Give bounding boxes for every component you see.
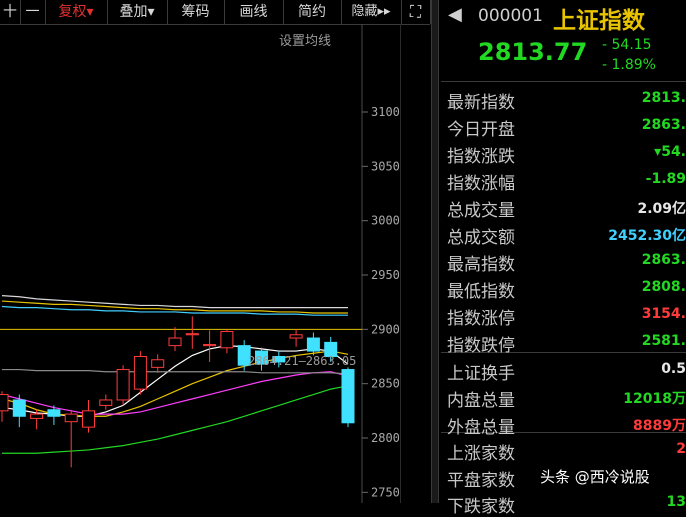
crosshair-button[interactable]: 十 xyxy=(0,0,21,24)
candle-body xyxy=(30,413,44,419)
candle-body xyxy=(12,399,26,417)
candle-body xyxy=(151,359,165,368)
prev-arrow-icon[interactable]: ◀ xyxy=(448,4,462,25)
candle-body xyxy=(82,410,95,428)
quote-row-value: 3154. xyxy=(641,306,686,322)
candle-body xyxy=(133,356,147,390)
quote-row-label: 指数涨停 xyxy=(447,309,515,329)
y-tick-label: 3050.00 xyxy=(371,159,400,173)
quote-row-value: 2808. xyxy=(641,279,686,295)
quote-row-label: 指数涨幅 xyxy=(447,174,515,194)
candle-body xyxy=(220,331,234,349)
y-tick-label: 3100.00 xyxy=(371,105,400,119)
hide-button[interactable]: 隐藏▸▸ xyxy=(341,0,402,24)
quote-row-value: 2.09亿 xyxy=(637,201,686,217)
quote-row-value: 2863. xyxy=(641,117,686,133)
chips-button[interactable]: 筹码 xyxy=(167,0,225,24)
ma-line-5 xyxy=(1,295,348,309)
candle-body xyxy=(47,409,61,417)
y-tick-label: 2800.00 xyxy=(371,431,400,445)
quote-row-label: 最新指数 xyxy=(447,93,515,113)
quote-row-value: 2581. xyxy=(641,333,686,349)
quote-row-value: 13 xyxy=(666,494,686,510)
candle-body xyxy=(203,344,217,347)
quote-row-value: 8889万 xyxy=(633,418,686,434)
quote-row-label: 总成交量 xyxy=(447,201,515,221)
y-tick-label: 2900.00 xyxy=(371,322,400,336)
quote-row-label: 外盘总量 xyxy=(447,418,515,438)
current-price: 2813.77 xyxy=(478,38,588,66)
chart-toolbar: 十 一 复权▾ 叠加▾ 筹码 画线 简约 隐藏▸▸ ⛶ xyxy=(0,0,431,25)
simple-mode-button[interactable]: 简约 xyxy=(283,0,342,24)
candle-body xyxy=(99,399,113,406)
quote-row-value: 12018万 xyxy=(623,391,686,407)
quote-row-value: 0.5 xyxy=(661,361,686,377)
kline-svg: 3100.00 3050.00 3000.00 2950.00 2900.00 2850.… xyxy=(0,24,422,503)
chart-scroll-column xyxy=(400,24,431,503)
quote-row-label: 下跌家数 xyxy=(447,497,515,517)
candle-body xyxy=(341,369,355,424)
quote-row-label: 今日开盘 xyxy=(447,120,515,140)
quote-row-value: ▾54. xyxy=(654,144,686,160)
quote-row-label: 总成交额 xyxy=(447,228,515,248)
draw-line-button[interactable]: 画线 xyxy=(224,0,284,24)
quote-row-label: 上涨家数 xyxy=(447,444,515,464)
quote-row-label: 内盘总量 xyxy=(447,391,515,411)
y-tick-label: 2950.00 xyxy=(371,268,400,282)
price-change: - 54.15 xyxy=(602,37,652,53)
candle-body xyxy=(168,337,182,347)
quote-row-label: 平盘家数 xyxy=(447,471,515,491)
y-tick-label: 3000.00 xyxy=(371,214,400,228)
fullscreen-icon[interactable]: ⛶ xyxy=(401,0,431,24)
candle-body xyxy=(289,334,303,339)
divider xyxy=(441,81,686,82)
restore-rights-dropdown[interactable]: 复权▾ xyxy=(45,0,108,24)
floating-price-label: 2864.21–2863.05 xyxy=(248,354,356,368)
quote-row-value: 2813. xyxy=(641,90,686,106)
candle-body xyxy=(306,337,320,352)
quote-row-label: 指数跌停 xyxy=(447,336,515,356)
price-change-pct: - 1.89% xyxy=(602,57,656,73)
quote-row-label: 上证换手 xyxy=(447,364,515,384)
ma-line-4 xyxy=(2,368,349,375)
candle-body xyxy=(116,369,130,401)
quote-row-value: 2452.30亿 xyxy=(608,228,686,244)
quote-row-label: 最高指数 xyxy=(447,255,515,275)
overlay-dropdown[interactable]: 叠加▾ xyxy=(107,0,168,24)
minus-button[interactable]: 一 xyxy=(20,0,46,24)
quote-row-label: 最低指数 xyxy=(447,282,515,302)
quote-row-value: 2 xyxy=(676,441,686,457)
quote-row-label: 指数涨跌 xyxy=(447,147,515,167)
quote-row-value: 2863. xyxy=(641,252,686,268)
kline-chart[interactable]: 3100.00 3050.00 3000.00 2950.00 2900.00 2850.… xyxy=(0,24,422,503)
panel-divider[interactable] xyxy=(431,0,439,503)
y-tick-label: 2750.00 xyxy=(371,485,400,499)
index-code: 000001 xyxy=(478,6,543,26)
y-tick-label: 2850.00 xyxy=(371,377,400,391)
candle-body xyxy=(0,394,9,412)
index-name: 上证指数 xyxy=(553,8,645,34)
candle-body xyxy=(64,413,78,423)
candle-body xyxy=(185,333,199,336)
quote-row-value: -1.89 xyxy=(645,171,686,187)
watermark: 头条 @西冷说股 xyxy=(540,468,650,486)
